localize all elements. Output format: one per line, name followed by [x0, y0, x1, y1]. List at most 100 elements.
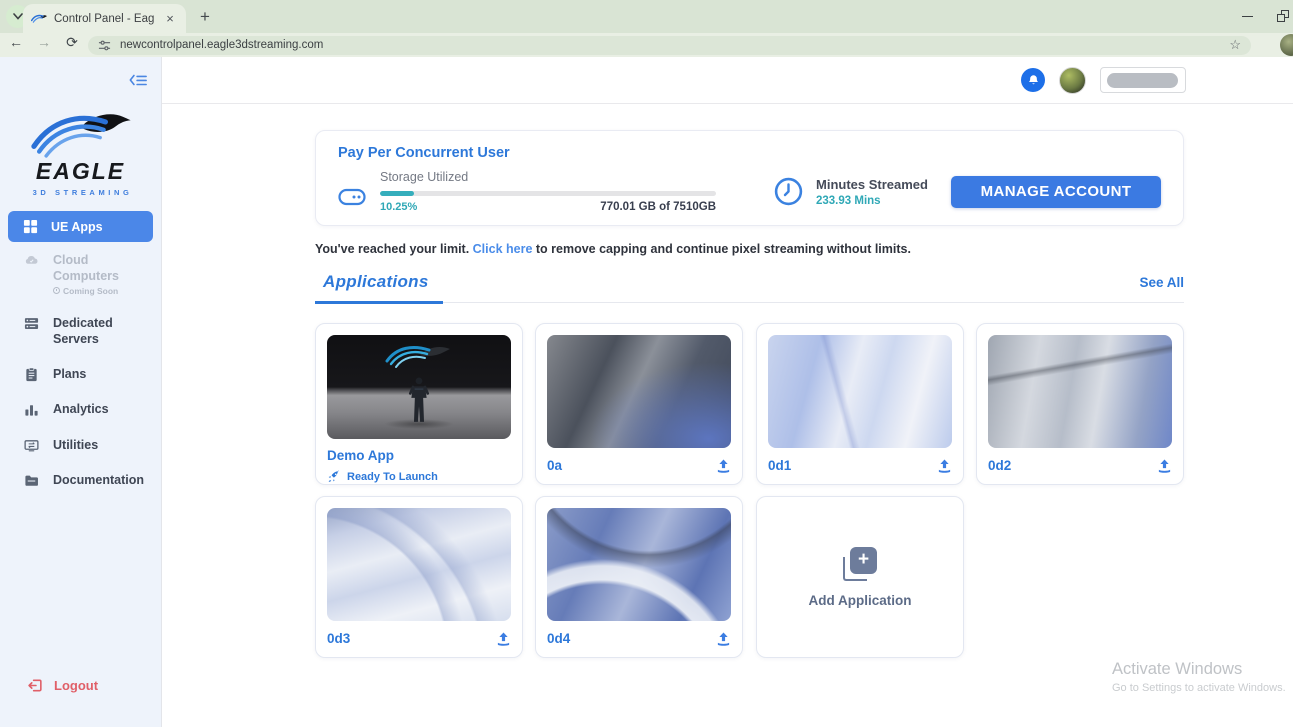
brand-logo: EAGLE 3D STREAMING	[0, 108, 161, 197]
forward-icon[interactable]: →	[34, 34, 54, 50]
minutes-streamed-label: Minutes Streamed	[816, 176, 928, 192]
main-content: Pay Per Concurrent User Storage Utilized…	[162, 104, 1293, 727]
sidebar-item-ue-apps[interactable]: UE Apps	[8, 211, 153, 242]
app-thumbnail	[547, 335, 731, 448]
cloud-icon	[23, 253, 39, 268]
logout-label: Logout	[54, 678, 99, 693]
sidebar-item-cloud-computers: Cloud Computers Coming Soon	[8, 242, 153, 305]
see-all-link[interactable]: See All	[1139, 275, 1184, 290]
storage-progress-fill	[380, 191, 415, 196]
eagle-logo-glow-icon	[385, 346, 450, 368]
sidebar-item-analytics[interactable]: Analytics	[8, 391, 153, 426]
user-avatar[interactable]	[1059, 66, 1086, 94]
bar-chart-icon	[23, 402, 39, 417]
nav-label: Analytics	[53, 402, 109, 417]
upload-icon[interactable]	[937, 458, 952, 473]
clipboard-icon	[23, 367, 39, 382]
minimize-button[interactable]	[1242, 16, 1253, 17]
sidebar-item-documentation[interactable]: Documentation	[8, 462, 153, 497]
window-controls	[1242, 0, 1289, 33]
screen: Control Panel - Eagle × + ← → ⟳ newcontr…	[0, 0, 1293, 727]
app-status: Ready To Launch	[327, 470, 511, 483]
browser-toolbar: ← → ⟳ newcontrolpanel.eagle3dstreaming.c…	[0, 33, 1293, 57]
app-card-0d2[interactable]: 0d2	[976, 323, 1184, 485]
app-thumbnail	[768, 335, 952, 448]
storage-progress-track	[380, 191, 716, 196]
rocket-icon	[328, 470, 339, 482]
add-application-icon: +	[843, 546, 877, 581]
watermark-title: Activate Windows	[1112, 660, 1243, 678]
clock-icon	[774, 177, 803, 206]
username-redacted	[1107, 72, 1178, 88]
address-bar[interactable]: newcontrolpanel.eagle3dstreaming.com ☆	[88, 35, 1251, 55]
app-name: Demo App	[327, 448, 394, 463]
sidebar: EAGLE 3D STREAMING UE Apps Cloud Compute…	[0, 57, 162, 727]
sidebar-item-utilities[interactable]: Utilities	[8, 427, 153, 462]
nav-label: Plans	[53, 367, 87, 381]
nav-label: Cloud Computers	[53, 253, 119, 284]
add-application-button[interactable]: + Add Application	[756, 496, 964, 658]
server-icon	[23, 316, 39, 331]
sidebar-collapse-icon[interactable]	[129, 73, 147, 92]
new-tab-button[interactable]: +	[193, 6, 217, 30]
watermark-subtitle: Go to Settings to activate Windows.	[1112, 682, 1286, 694]
browser-tab[interactable]: Control Panel - Eagle ×	[23, 4, 186, 33]
folder-icon	[23, 473, 39, 488]
app-name: 0a	[547, 458, 563, 473]
upload-icon[interactable]	[716, 458, 731, 473]
grid-icon	[23, 219, 38, 234]
app-card-demo[interactable]: Demo App Ready To Launch	[315, 323, 523, 485]
limit-notice: You've reached your limit. Click here to…	[315, 242, 911, 256]
notifications-button[interactable]	[1021, 68, 1045, 92]
logout-button[interactable]: Logout	[0, 668, 161, 727]
app-name: 0d4	[547, 631, 571, 646]
applications-tab[interactable]: Applications	[315, 272, 443, 304]
tab-title: Control Panel - Eagle	[54, 12, 155, 25]
back-icon[interactable]: ←	[6, 34, 26, 50]
app-card-0a[interactable]: 0a	[535, 323, 743, 485]
browser-tab-strip: Control Panel - Eagle × +	[0, 0, 1293, 33]
brand-tagline: 3D STREAMING	[32, 188, 133, 197]
storage-icon	[338, 187, 366, 207]
upload-icon[interactable]	[1157, 458, 1172, 473]
manage-account-button[interactable]: MANAGE ACCOUNT	[951, 175, 1161, 208]
eagle-logo-icon	[30, 114, 131, 158]
app-thumbnail	[327, 335, 511, 439]
reload-icon[interactable]: ⟳	[62, 34, 82, 51]
app-card-0d4[interactable]: 0d4	[535, 496, 743, 658]
bell-icon	[1028, 74, 1038, 84]
sidebar-item-dedicated-servers[interactable]: Dedicated Servers	[8, 305, 153, 357]
app-name: 0d3	[327, 631, 351, 646]
add-application-label: Add Application	[808, 592, 912, 608]
bookmark-icon[interactable]: ☆	[1229, 37, 1241, 53]
app-header	[162, 57, 1293, 104]
nav-label: UE Apps	[51, 219, 103, 234]
tab-close-icon[interactable]: ×	[162, 11, 178, 27]
url-text[interactable]: newcontrolpanel.eagle3dstreaming.com	[120, 39, 1220, 51]
upload-icon[interactable]	[716, 631, 731, 646]
utilities-monitor-icon	[23, 438, 39, 453]
nav-label: Utilities	[53, 437, 99, 452]
app-card-0d1[interactable]: 0d1	[756, 323, 964, 485]
storage-percent: 10.25%	[380, 201, 418, 213]
coming-soon-badge: Coming Soon	[53, 286, 138, 296]
activate-windows-watermark: Activate Windows Go to Settings to activ…	[1112, 660, 1286, 694]
click-here-link[interactable]: Click here	[473, 242, 533, 256]
chevron-down-icon	[12, 13, 23, 20]
minutes-streamed-value: 233.93 Mins	[816, 194, 881, 207]
restore-button[interactable]	[1277, 9, 1289, 22]
storage-label: Storage Utilized	[380, 170, 469, 184]
app-name: 0d1	[768, 458, 792, 473]
nav-label: Documentation	[53, 472, 144, 487]
clock-mini-icon	[53, 287, 60, 294]
upload-icon[interactable]	[496, 631, 511, 646]
username-box[interactable]	[1100, 67, 1186, 93]
app-thumbnail	[547, 508, 731, 621]
logout-icon	[28, 679, 42, 692]
site-settings-icon[interactable]	[98, 39, 111, 52]
app-thumbnail	[988, 335, 1172, 448]
app-card-0d3[interactable]: 0d3	[315, 496, 523, 658]
limit-notice-text2: to remove capping and continue pixel str…	[532, 242, 911, 256]
sidebar-item-plans[interactable]: Plans	[8, 356, 153, 391]
storage-usage: 770.01 GB of 7510GB	[600, 201, 716, 213]
